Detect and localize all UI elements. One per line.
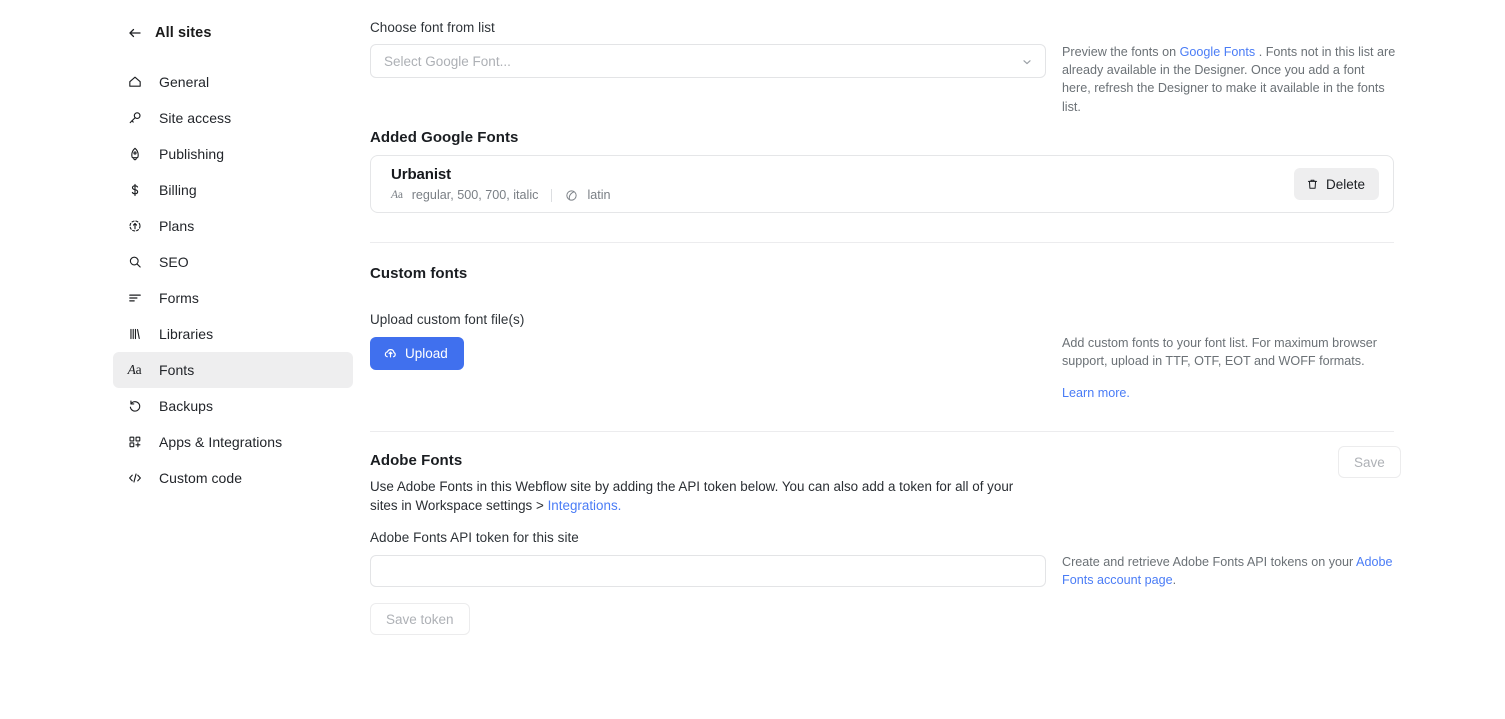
save-token-button[interactable]: Save token bbox=[370, 603, 470, 635]
upload-button[interactable]: Upload bbox=[370, 337, 464, 370]
sidebar-item-fonts[interactable]: Aa Fonts bbox=[113, 352, 353, 388]
sidebar-nav-list: General Site access Publishing Billing P… bbox=[0, 64, 368, 496]
custom-fonts-heading-wrap: Custom fonts bbox=[370, 265, 467, 282]
delete-font-label: Delete bbox=[1325, 176, 1365, 192]
custom-fonts-title: Custom fonts bbox=[370, 265, 468, 282]
font-subsets: latin bbox=[587, 188, 611, 202]
globe-icon bbox=[565, 189, 578, 202]
font-name: Urbanist bbox=[391, 166, 452, 183]
save-token-label: Save token bbox=[386, 611, 454, 627]
google-font-select[interactable]: Select Google Font... bbox=[370, 44, 1046, 78]
save-token-wrap: Save token bbox=[370, 603, 470, 635]
adobe-save-wrap: Save bbox=[1338, 446, 1401, 478]
save-button[interactable]: Save bbox=[1338, 446, 1401, 478]
sidebar-item-label: Billing bbox=[159, 182, 197, 198]
custom-fonts-note-text: Add custom fonts to your font list. For … bbox=[1062, 336, 1377, 369]
sidebar-item-forms[interactable]: Forms bbox=[113, 280, 353, 316]
adobe-token-note-prefix: Create and retrieve Adobe Fonts API toke… bbox=[1062, 555, 1357, 569]
sidebar-item-backups[interactable]: Backups bbox=[113, 388, 353, 424]
sidebar-item-general[interactable]: General bbox=[113, 64, 353, 100]
sidebar-item-label: Forms bbox=[159, 290, 199, 306]
google-font-select-placeholder: Select Google Font... bbox=[384, 53, 511, 69]
meta-divider bbox=[551, 188, 553, 202]
adobe-token-label-wrap: Adobe Fonts API token for this site bbox=[370, 530, 579, 545]
cloud-upload-icon bbox=[383, 346, 398, 361]
rocket-icon bbox=[126, 146, 143, 163]
sidebar-item-label: Fonts bbox=[159, 362, 195, 378]
integrations-link[interactable]: Integrations. bbox=[548, 498, 622, 513]
key-icon bbox=[126, 110, 143, 127]
all-sites-back-link[interactable]: All sites bbox=[113, 18, 368, 48]
adobe-token-label: Adobe Fonts API token for this site bbox=[370, 530, 579, 545]
google-font-select-box[interactable]: Select Google Font... bbox=[370, 44, 1046, 78]
divider-1 bbox=[370, 242, 1394, 243]
font-card: Urbanist Aa regular, 500, 700, italic la… bbox=[370, 155, 1394, 213]
sidebar-item-libraries[interactable]: Libraries bbox=[113, 316, 353, 352]
added-google-fonts-title: Added Google Fonts bbox=[370, 129, 519, 146]
aa-icon: Aa bbox=[127, 362, 142, 378]
sidebar-item-label: Custom code bbox=[159, 470, 243, 486]
sidebar-item-publishing[interactable]: Publishing bbox=[113, 136, 353, 172]
sidebar-item-label: Libraries bbox=[159, 326, 214, 342]
arrow-left-icon bbox=[126, 25, 143, 42]
adobe-fonts-description: Use Adobe Fonts in this Webflow site by … bbox=[370, 478, 1040, 515]
clock-arrow-icon bbox=[126, 218, 143, 235]
sidebar-item-label: Publishing bbox=[159, 146, 225, 162]
undo-icon bbox=[126, 398, 143, 415]
sidebar-item-custom-code[interactable]: Custom code bbox=[113, 460, 353, 496]
search-icon bbox=[126, 254, 143, 271]
adobe-token-input[interactable] bbox=[370, 555, 1046, 587]
choose-font-label: Choose font from list bbox=[370, 20, 495, 35]
choose-font-label-wrap: Choose font from list bbox=[370, 20, 495, 35]
sidebar-item-billing[interactable]: Billing bbox=[113, 172, 353, 208]
sidebar-item-label: Backups bbox=[159, 398, 214, 414]
upload-button-wrap: Upload bbox=[370, 337, 464, 370]
adobe-token-note-suffix: . bbox=[1172, 573, 1177, 588]
adobe-token-note: Create and retrieve Adobe Fonts API toke… bbox=[1062, 553, 1396, 589]
upload-button-label: Upload bbox=[405, 346, 448, 361]
fonts-settings-panel: Choose font from list Select Google Font… bbox=[368, 0, 1505, 719]
custom-fonts-learn-more-link[interactable]: Learn more. bbox=[1062, 386, 1130, 400]
apps-grid-icon bbox=[126, 434, 143, 451]
font-weights: regular, 500, 700, italic bbox=[411, 188, 539, 202]
google-fonts-note: Preview the fonts on Google Fonts . Font… bbox=[1062, 43, 1396, 116]
font-meta: Aa regular, 500, 700, italic latin bbox=[391, 188, 611, 202]
aa-icon: Aa bbox=[391, 189, 403, 201]
sidebar-item-label: Site access bbox=[159, 110, 232, 126]
sidebar-item-label: SEO bbox=[159, 254, 189, 270]
sidebar-item-plans[interactable]: Plans bbox=[113, 208, 353, 244]
google-fonts-link[interactable]: Google Fonts bbox=[1180, 45, 1256, 59]
added-fonts-list: Urbanist Aa regular, 500, 700, italic la… bbox=[370, 155, 1394, 213]
form-lines-icon bbox=[126, 290, 143, 307]
save-button-label: Save bbox=[1354, 454, 1385, 470]
adobe-fonts-heading-wrap: Adobe Fonts bbox=[370, 452, 462, 469]
google-fonts-note-prefix: Preview the fonts on bbox=[1062, 45, 1180, 59]
sidebar-item-seo[interactable]: SEO bbox=[113, 244, 353, 280]
upload-custom-font-label: Upload custom font file(s) bbox=[370, 312, 525, 327]
trash-icon bbox=[1306, 178, 1319, 191]
adobe-token-field-wrap bbox=[370, 555, 1046, 587]
code-icon bbox=[126, 470, 143, 487]
adobe-fonts-description-text: Use Adobe Fonts in this Webflow site by … bbox=[370, 479, 1014, 513]
font-card-info: Urbanist Aa regular, 500, 700, italic la… bbox=[391, 166, 611, 202]
upload-custom-font-label-wrap: Upload custom font file(s) bbox=[370, 312, 524, 327]
sidebar-item-apps-integrations[interactable]: Apps & Integrations bbox=[113, 424, 353, 460]
settings-page: All sites General Site access Publishing… bbox=[0, 0, 1505, 719]
settings-sidebar: All sites General Site access Publishing… bbox=[0, 0, 368, 719]
adobe-fonts-title: Adobe Fonts bbox=[370, 452, 463, 469]
all-sites-label: All sites bbox=[155, 25, 212, 41]
sidebar-item-site-access[interactable]: Site access bbox=[113, 100, 353, 136]
added-google-fonts-heading-wrap: Added Google Fonts bbox=[370, 129, 518, 146]
sidebar-item-label: Plans bbox=[159, 218, 195, 234]
home-icon bbox=[126, 74, 143, 91]
divider-2 bbox=[370, 431, 1394, 432]
dollar-icon bbox=[126, 182, 143, 199]
delete-font-button[interactable]: Delete bbox=[1293, 168, 1379, 200]
chevron-down-icon bbox=[1021, 55, 1033, 67]
libraries-icon bbox=[126, 326, 143, 343]
sidebar-item-label: General bbox=[159, 74, 210, 90]
custom-fonts-note: Add custom fonts to your font list. For … bbox=[1062, 334, 1396, 403]
sidebar-item-label: Apps & Integrations bbox=[159, 434, 283, 450]
